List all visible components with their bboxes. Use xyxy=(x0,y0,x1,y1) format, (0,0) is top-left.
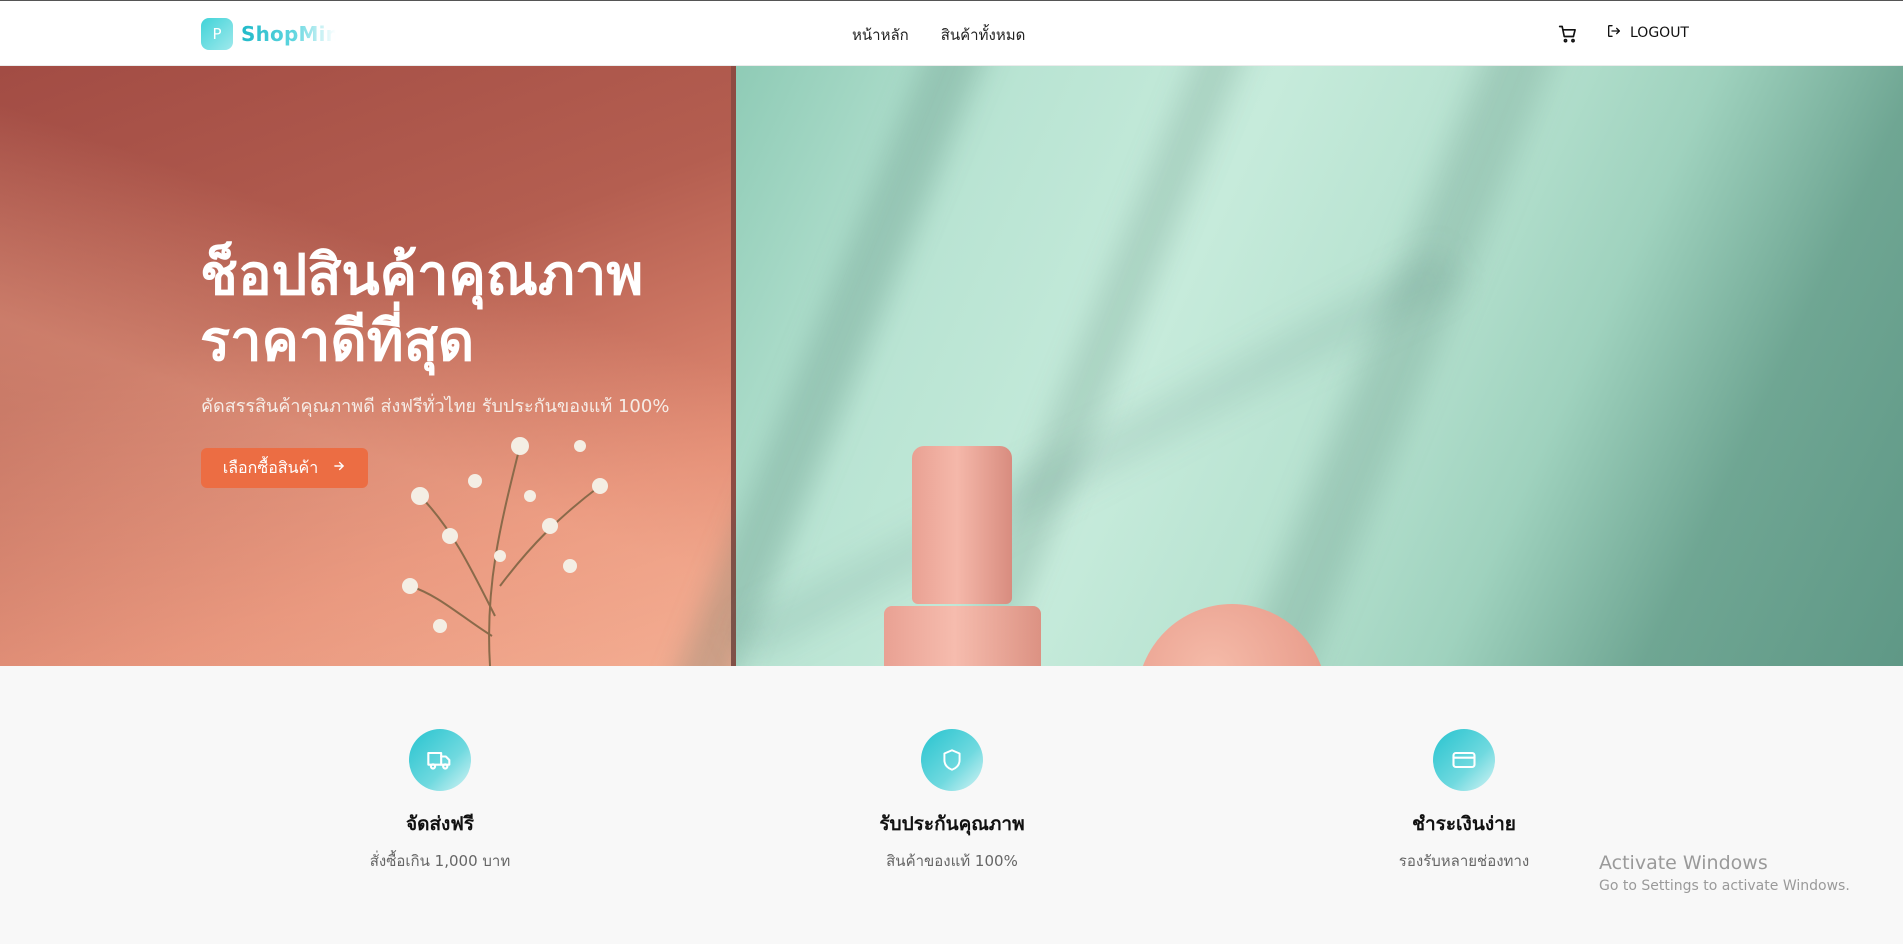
feature-desc: สินค้าของแท้ 100% xyxy=(886,852,1018,870)
activate-windows-watermark: Activate Windows Go to Settings to activ… xyxy=(1599,852,1850,894)
features-section: จัดส่งฟรี สั่งซื้อเกิน 1,000 บาท รับประก… xyxy=(0,666,1903,944)
feature-desc: สั่งซื้อเกิน 1,000 บาท xyxy=(369,852,511,870)
nav-link-home[interactable]: หน้าหลัก xyxy=(852,23,909,47)
hero-title-line2: ราคาดีที่สุด xyxy=(200,309,475,374)
brand-logo[interactable]: P ShopMini xyxy=(201,17,336,51)
logout-icon xyxy=(1606,23,1622,43)
hero-subtitle: คัดสรรสินค้าคุณภาพดี ส่งฟรีทั่วไทย รับปร… xyxy=(201,396,670,417)
hero-bottle-cap xyxy=(912,446,1012,604)
cart-icon[interactable] xyxy=(1558,24,1578,44)
arrow-right-icon xyxy=(332,459,346,478)
feature-easy-payment: ชำระเงินง่าย รองรับหลายช่องทาง xyxy=(1314,729,1614,873)
feature-free-shipping: จัดส่งฟรี สั่งซื้อเกิน 1,000 บาท xyxy=(290,729,590,873)
feature-title: ชำระเงินง่าย xyxy=(1412,813,1516,835)
feature-title: รับประกันคุณภาพ xyxy=(879,813,1025,835)
feature-desc: รองรับหลายช่องทาง xyxy=(1398,852,1530,870)
logout-label: LOGOUT xyxy=(1630,25,1689,41)
hero-bottle-body xyxy=(884,606,1041,666)
shop-now-button[interactable]: เลือกซื้อสินค้า xyxy=(201,448,368,488)
logout-button[interactable]: LOGOUT xyxy=(1606,23,1689,43)
shield-icon xyxy=(921,729,983,791)
watermark-title: Activate Windows xyxy=(1599,852,1768,874)
feature-title: จัดส่งฟรี xyxy=(405,813,474,835)
logo-text: ShopMini xyxy=(241,22,336,46)
top-navbar: P ShopMini หน้าหลัก สินค้าทั้งหมด LOGOUT xyxy=(0,1,1903,66)
feature-quality-guarantee: รับประกันคุณภาพ สินค้าของแท้ 100% xyxy=(802,729,1102,873)
logo-badge: P xyxy=(201,18,233,50)
nav-link-all-products[interactable]: สินค้าทั้งหมด xyxy=(941,23,1026,47)
shop-now-label: เลือกซื้อสินค้า xyxy=(222,459,319,477)
credit-card-icon xyxy=(1433,729,1495,791)
main-nav: หน้าหลัก สินค้าทั้งหมด xyxy=(852,23,1025,47)
truck-icon xyxy=(409,729,471,791)
hero-flower-decoration xyxy=(402,437,608,666)
watermark-subtitle: Go to Settings to activate Windows. xyxy=(1599,878,1850,894)
hero-title: ช็อปสินค้าคุณภาพ ราคาดีที่สุด xyxy=(200,243,920,375)
hero-banner: ช็อปสินค้าคุณภาพ ราคาดีที่สุด คัดสรรสินค… xyxy=(0,66,1903,666)
hero-title-line1: ช็อปสินค้าคุณภาพ xyxy=(200,243,644,308)
